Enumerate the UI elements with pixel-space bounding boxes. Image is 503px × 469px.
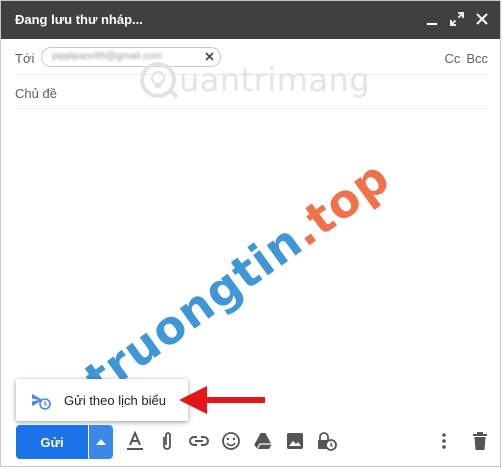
watermark-text: uantrimang — [179, 61, 371, 99]
bcc-link[interactable]: Bcc — [466, 51, 488, 66]
insert-link-icon[interactable] — [189, 431, 209, 451]
watermark-logo: uantrimang — [137, 59, 370, 101]
more-options-icon[interactable] — [434, 431, 454, 451]
schedule-send-item[interactable]: Gửi theo lịch biểu — [64, 393, 166, 408]
schedule-send-icon — [32, 394, 51, 410]
send-label: Gửi — [40, 434, 64, 450]
discard-draft-icon[interactable] — [470, 431, 490, 451]
subject-placeholder: Chủ đề — [15, 86, 57, 101]
text-format-icon[interactable] — [125, 431, 145, 451]
compose-toolbar: Gửi — [1, 421, 500, 461]
minimize-icon[interactable] — [424, 11, 440, 27]
toolbar-right — [434, 431, 490, 451]
insert-photo-icon[interactable] — [285, 431, 305, 451]
cc-link[interactable]: Cc — [444, 51, 460, 66]
confidential-mode-icon[interactable] — [317, 431, 337, 451]
schedule-send-menu: Gửi theo lịch biểu — [16, 379, 188, 421]
expand-icon[interactable] — [449, 11, 465, 27]
send-options-button[interactable] — [89, 425, 113, 459]
drive-icon[interactable] — [253, 431, 273, 451]
window-title: Đang lưu thư nháp... — [15, 12, 143, 27]
cc-bcc-links: Cc Bcc — [444, 51, 488, 66]
close-icon[interactable] — [474, 11, 490, 27]
titlebar-controls — [424, 11, 490, 27]
emoji-icon[interactable] — [221, 431, 241, 451]
to-label: Tới — [15, 51, 35, 66]
send-button[interactable]: Gửi — [16, 425, 88, 459]
watermark-diagonal-part1: truongtin — [74, 213, 313, 407]
formatting-tools — [125, 431, 337, 451]
watermark-diagonal: truongtin.top — [75, 150, 400, 407]
attach-file-icon[interactable] — [157, 431, 177, 451]
bulb-icon — [140, 62, 179, 99]
compose-titlebar: Đang lưu thư nháp... — [1, 1, 500, 39]
caret-up-icon — [96, 439, 106, 445]
red-arrow-annotation — [179, 386, 265, 414]
compose-window: Đang lưu thư nháp... Tới pippipaov95@gma… — [0, 0, 501, 467]
